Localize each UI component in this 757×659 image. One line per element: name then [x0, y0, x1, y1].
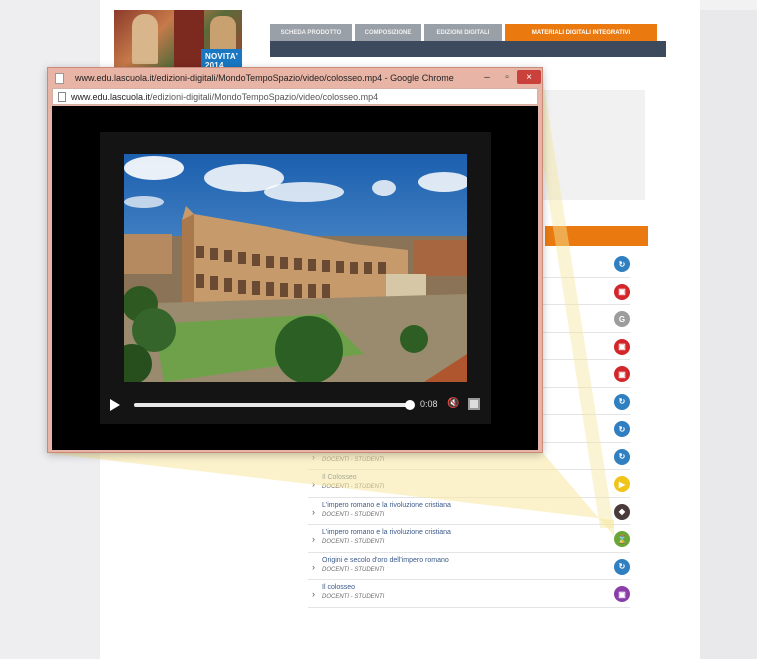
gray-g-icon[interactable]: G: [614, 311, 630, 327]
chevron-right-icon: ›: [312, 561, 315, 572]
info-icon[interactable]: ↻: [614, 393, 630, 410]
resource-title[interactable]: L'impero romano e la rivoluzione cristia…: [322, 502, 451, 509]
tab-scheda-prodotto[interactable]: SCHEDA PRODOTTO: [270, 24, 352, 41]
chevron-right-icon: ›: [312, 589, 315, 599]
window-titlebar[interactable]: www.edu.lascuola.it/edizioni-digitali/Mo…: [48, 68, 542, 88]
media-red-icon[interactable]: ▣: [614, 338, 630, 355]
video-controls: 0:08 🔇: [110, 394, 480, 414]
fullscreen-icon[interactable]: [468, 398, 480, 410]
video-frame[interactable]: [124, 154, 467, 382]
resource-audience: DOCENTI - STUDENTI: [322, 594, 385, 600]
close-button[interactable]: ×: [517, 70, 541, 84]
chevron-right-icon: ›: [312, 534, 315, 544]
resource-audience: DOCENTI - STUDENTI: [322, 511, 385, 518]
tab-materiali-digitali[interactable]: MATERIALI DIGITALI INTEGRATIVI: [505, 24, 657, 41]
url-text: www.edu.lascuola.it/edizioni-digitali/Mo…: [71, 92, 378, 102]
window-title: www.edu.lascuola.it/edizioni-digitali/Mo…: [75, 73, 454, 83]
chevron-right-icon: ›: [312, 451, 315, 462]
media-red-icon[interactable]: ▣: [614, 366, 630, 382]
resource-row[interactable]: › Il Colosseo DOCENTI - STUDENTI ▶: [308, 470, 630, 498]
colosseum-image: [124, 154, 467, 382]
info-icon[interactable]: ↻: [614, 421, 630, 437]
book-cover: NOVITA' 2014: [114, 10, 242, 70]
resource-title[interactable]: Il Colosseo: [322, 474, 357, 481]
progress-fill: [134, 403, 413, 407]
resource-row[interactable]: › L'impero romano e la rivoluzione cristi…: [308, 525, 630, 553]
resource-title[interactable]: Origini e secolo d'oro dell'impero roman…: [322, 557, 449, 564]
resource-audience: DOCENTI - STUDENTI: [322, 539, 385, 545]
tab-composizione[interactable]: COMPOSIZIONE: [355, 24, 421, 41]
location-icon[interactable]: ◆: [614, 503, 630, 520]
resource-audience: DOCENTI - STUDENTI: [322, 484, 385, 490]
info-icon[interactable]: ↻: [614, 558, 630, 575]
resource-list-header: [545, 226, 648, 246]
time-display: 0:08: [420, 399, 438, 409]
resource-row[interactable]: › Il colosseo DOCENTI - STUDENTI ▣: [308, 580, 630, 608]
url-domain: www.edu.lascuola.it: [71, 92, 151, 102]
video-yellow-icon[interactable]: ▶: [614, 476, 630, 492]
chevron-right-icon: ›: [312, 506, 315, 517]
tab-edizioni-digitali[interactable]: EDIZIONI DIGITALI: [424, 24, 502, 41]
chrome-popup-window: www.edu.lascuola.it/edizioni-digitali/Mo…: [47, 67, 543, 453]
url-path: /edizioni-digitali/MondoTempoSpazio/vide…: [150, 92, 379, 102]
background-right: [700, 10, 757, 659]
minimize-button[interactable]: –: [478, 70, 496, 84]
resource-title[interactable]: L'impero romano e la rivoluzione cristia…: [322, 529, 451, 536]
resource-row[interactable]: › Origini e secolo d'oro dell'impero roma…: [308, 553, 630, 580]
tabs-bar: [270, 41, 666, 57]
resource-row[interactable]: › L'impero romano e la rivoluzione cristi…: [308, 498, 630, 525]
progress-bar[interactable]: [134, 400, 415, 410]
mute-icon[interactable]: 🔇: [447, 398, 459, 409]
info-icon[interactable]: ↻: [614, 448, 630, 465]
media-red-icon[interactable]: ▣: [614, 283, 630, 300]
resource-title[interactable]: Il colosseo: [322, 584, 355, 591]
resource-audience: DOCENTI - STUDENTI: [322, 566, 385, 573]
timer-green-icon[interactable]: ⌛: [614, 531, 630, 547]
product-tabs: SCHEDA PRODOTTO COMPOSIZIONE EDIZIONI DI…: [270, 24, 666, 57]
maximize-button[interactable]: ▫: [498, 70, 516, 84]
chevron-right-icon: ›: [312, 479, 315, 489]
progress-knob[interactable]: [405, 400, 415, 410]
video-player: 0:08 🔇: [100, 132, 491, 424]
page-icon: [55, 73, 64, 84]
page-icon: [58, 92, 66, 102]
photo-purple-icon[interactable]: ▣: [614, 586, 630, 602]
address-bar[interactable]: www.edu.lascuola.it/edizioni-digitali/Mo…: [52, 88, 538, 105]
resource-audience: DOCENTI - STUDENTI: [322, 456, 385, 463]
page-viewport: 0:08 🔇: [52, 106, 538, 450]
play-icon[interactable]: [110, 399, 120, 411]
info-icon[interactable]: ↻: [614, 256, 630, 272]
